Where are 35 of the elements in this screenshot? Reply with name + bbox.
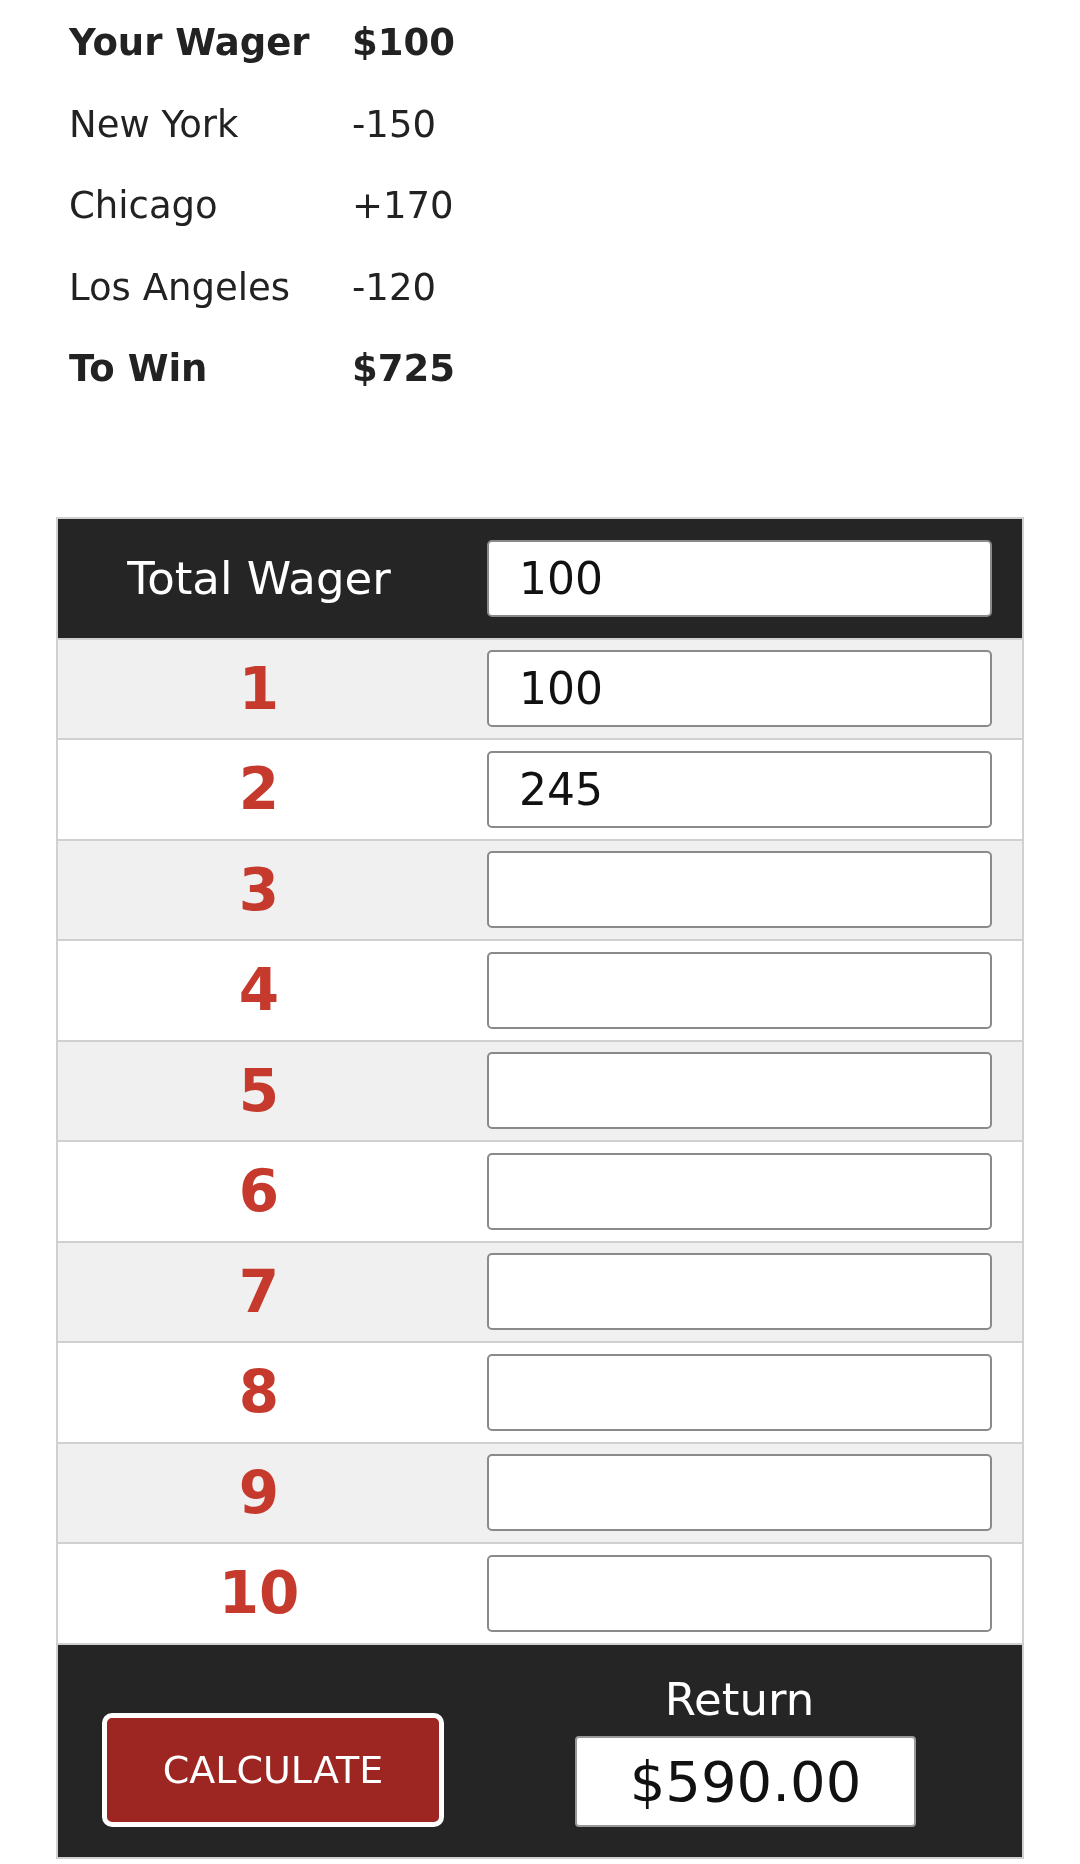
leg-number: 1 <box>238 659 280 718</box>
summary-value: -150 <box>352 105 437 143</box>
total-wager-label: Total Wager <box>127 555 391 601</box>
input-field[interactable]: 100 <box>487 539 992 617</box>
summary-label: New York <box>69 105 240 143</box>
input-field[interactable] <box>487 1253 992 1331</box>
input-field[interactable] <box>487 1052 992 1130</box>
input-field[interactable] <box>487 1353 992 1431</box>
summary-value: $100 <box>352 24 455 62</box>
leg-number: 9 <box>238 1463 280 1522</box>
return-label: Return <box>664 1676 815 1722</box>
input-field[interactable]: 100 <box>487 650 992 728</box>
summary-label: Chicago <box>69 187 219 225</box>
input-field[interactable] <box>487 951 992 1029</box>
leg-number: 8 <box>238 1363 280 1422</box>
summary-label: To Win <box>69 350 209 388</box>
input-field[interactable]: 245 <box>487 750 992 828</box>
input-field[interactable] <box>487 851 992 929</box>
leg-number: 10 <box>218 1564 300 1623</box>
leg-number: 6 <box>238 1162 280 1221</box>
input-field[interactable] <box>487 1152 992 1230</box>
leg-number: 4 <box>238 961 280 1020</box>
leg-number: 5 <box>238 1061 280 1120</box>
return-field: $590.00 <box>575 1735 916 1827</box>
input-field[interactable] <box>487 1454 992 1532</box>
summary-value: $725 <box>352 350 455 388</box>
leg-number: 3 <box>238 860 280 919</box>
input-field[interactable] <box>487 1554 992 1632</box>
summary-value: +170 <box>352 187 455 225</box>
leg-number: 2 <box>238 760 280 819</box>
leg-number: 7 <box>238 1262 280 1321</box>
summary-value: -120 <box>352 268 437 306</box>
calculate-button[interactable]: CALCULATE <box>102 1712 444 1827</box>
summary-label: Los Angeles <box>69 268 291 306</box>
summary-label: Your Wager <box>69 24 311 62</box>
